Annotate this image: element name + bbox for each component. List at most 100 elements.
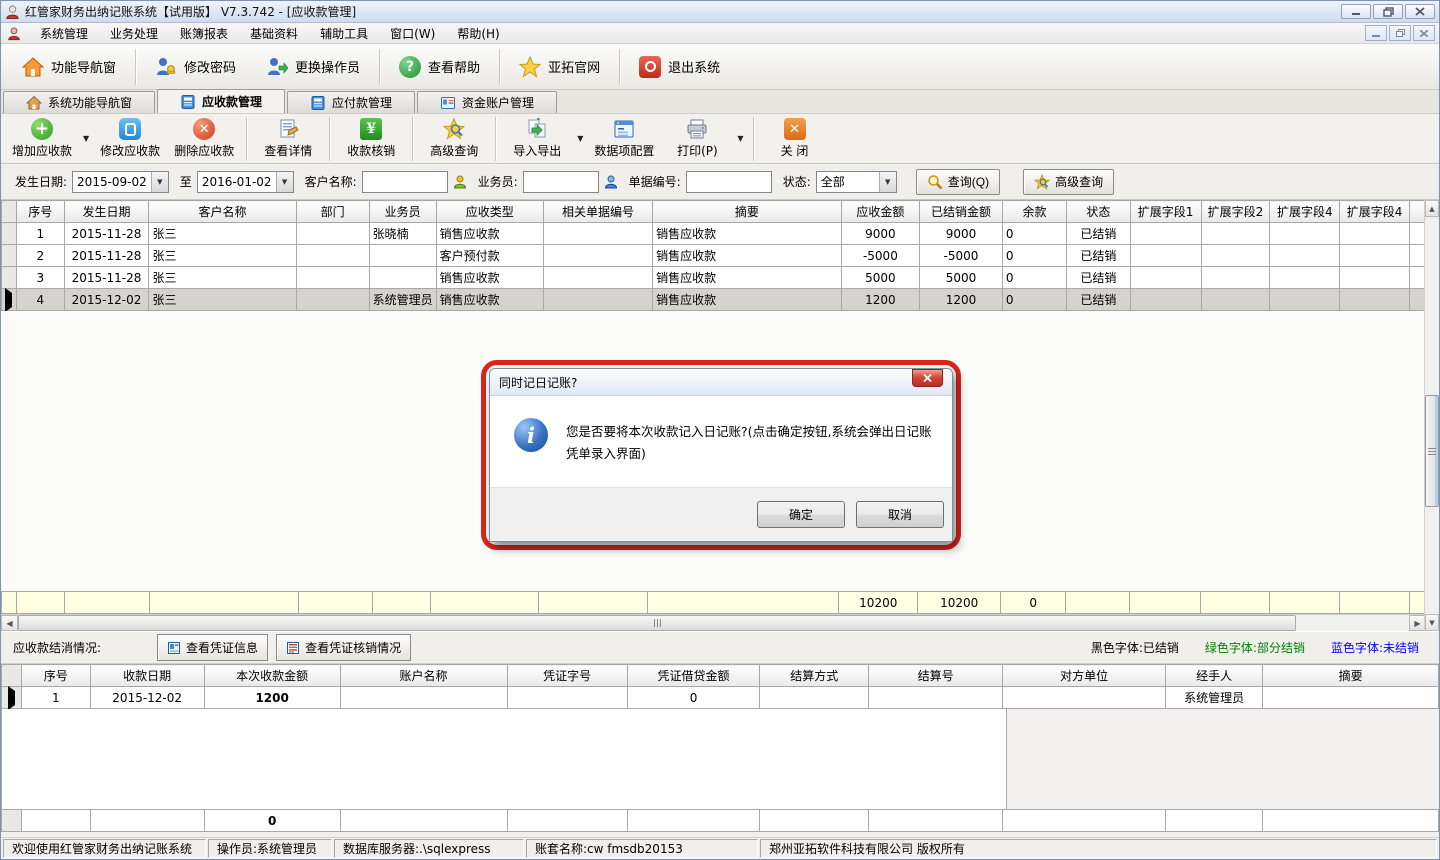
date-from-picker[interactable]: 2015-09-02 ▼ — [72, 171, 169, 193]
salesman-person-icon[interactable] — [604, 175, 618, 189]
tab-fund-accounts[interactable]: 资金账户管理 — [417, 91, 557, 113]
color-legend: 黑色字体:已结销 绿色字体:部分结销 蓝色字体:未结销 — [1091, 639, 1431, 656]
menu-tools[interactable]: 辅助工具 — [309, 23, 379, 44]
delete-receivable-button[interactable]: ✕ 删除应收款 — [167, 116, 241, 162]
mdi-restore-button[interactable] — [1389, 25, 1411, 41]
view-voucher-info-button[interactable]: 查看凭证信息 — [157, 634, 268, 661]
status-select[interactable]: 全部 ▼ — [816, 171, 897, 193]
chevron-down-icon[interactable]: ▼ — [151, 172, 168, 192]
scrollbar-track[interactable] — [1425, 507, 1439, 614]
to-label: 至 — [180, 173, 192, 190]
close-button[interactable] — [1405, 4, 1435, 19]
advanced-query-small-button[interactable]: 高级查询 — [1023, 169, 1114, 195]
detail-total-amount: 0 — [204, 810, 340, 832]
title-bar: 红管家财务出纳记账系统【试用版】 V7.3.742 - [应收款管理] — [1, 1, 1439, 23]
customer-person-icon[interactable] — [453, 175, 467, 189]
data-config-button[interactable]: 数据项配置 — [587, 116, 661, 162]
menu-help[interactable]: 帮助(H) — [446, 23, 510, 44]
table-row-selected[interactable]: 4 2015-12-02 张三 系统管理员 销售应收款 销售应收款 1200 1… — [2, 289, 1426, 311]
scrollbar-thumb[interactable] — [1425, 395, 1439, 507]
horizontal-scrollbar[interactable]: ◀ ▶ — [1, 614, 1426, 631]
scrollbar-track[interactable] — [1296, 615, 1409, 631]
star-icon — [519, 56, 541, 78]
writeoff-button[interactable]: ¥ 收款核销 — [335, 116, 407, 162]
printer-icon — [686, 118, 708, 140]
scrollbar-thumb[interactable] — [18, 615, 1296, 631]
menu-window[interactable]: 窗口(W) — [379, 23, 446, 44]
scroll-left-arrow[interactable]: ◀ — [1, 615, 18, 631]
view-detail-button[interactable]: 查看详情 — [252, 116, 324, 162]
add-dropdown-arrow[interactable]: ▼ — [83, 134, 89, 143]
chevron-down-icon[interactable]: ▼ — [879, 172, 896, 192]
col-balance: 余款 — [1002, 201, 1066, 223]
col-customer: 客户名称 — [149, 201, 296, 223]
help-button[interactable]: ? 查看帮助 — [384, 48, 495, 86]
table-row[interactable]: 3 2015-11-28 张三 销售应收款 销售应收款 5000 5000 0 … — [2, 267, 1426, 289]
docno-input[interactable] — [686, 171, 772, 193]
col-status: 状态 — [1067, 201, 1131, 223]
info-icon: i — [514, 418, 548, 452]
chevron-down-icon[interactable]: ▼ — [276, 172, 293, 192]
dialog-title-bar[interactable]: 同时记日记账? — [490, 369, 952, 396]
exit-icon — [639, 56, 661, 78]
date-to-picker[interactable]: 2016-01-02 ▼ — [197, 171, 294, 193]
import-export-dropdown-arrow[interactable]: ▼ — [577, 134, 583, 143]
scroll-down-arrow[interactable]: ▼ — [1425, 614, 1439, 631]
menu-system[interactable]: 系统管理 — [29, 23, 99, 44]
toolbar-separator — [379, 49, 380, 85]
legend-settled: 黑色字体:已结销 — [1091, 639, 1179, 656]
scroll-up-arrow[interactable]: ▲ — [1425, 200, 1439, 217]
website-button[interactable]: 亚拓官网 — [504, 48, 615, 86]
advanced-query-button[interactable]: 高级查询 — [418, 116, 490, 162]
close-icon: ✕ — [784, 118, 806, 140]
status-label: 状态: — [783, 173, 811, 190]
tab-receivable[interactable]: 应收款管理 — [157, 89, 285, 113]
col-summary: 摘要 — [653, 201, 841, 223]
exit-button[interactable]: 退出系统 — [624, 48, 735, 86]
scrollbar-track[interactable] — [1425, 217, 1439, 395]
legend-partial: 绿色字体:部分结销 — [1205, 639, 1305, 656]
col-settle-method: 结算方式 — [760, 665, 869, 687]
table-row[interactable]: 1 2015-12-02 1200 0 系统管理员 — [2, 687, 1439, 709]
table-row[interactable]: 1 2015-11-28 张三 张晓楠 销售应收款 销售应收款 9000 900… — [2, 223, 1426, 245]
tab-payable[interactable]: 应付款管理 — [287, 91, 415, 113]
toolbar-separator — [135, 49, 136, 85]
add-receivable-button[interactable]: + 增加应收款 — [5, 116, 79, 162]
minimize-button[interactable] — [1341, 4, 1371, 19]
menu-basedata[interactable]: 基础资料 — [239, 23, 309, 44]
vertical-scrollbar[interactable]: ▲ ▼ — [1424, 200, 1439, 631]
close-view-button[interactable]: ✕ 关 闭 — [759, 116, 831, 162]
print-dropdown-arrow[interactable]: ▼ — [737, 134, 743, 143]
col-ext4: 扩展字段4 — [1340, 201, 1410, 223]
query-button[interactable]: 查询(Q) — [916, 169, 1000, 195]
col-ext1: 扩展字段1 — [1130, 201, 1201, 223]
menu-reports[interactable]: 账簿报表 — [169, 23, 239, 44]
restore-button[interactable] — [1373, 4, 1403, 19]
customer-input[interactable] — [362, 171, 448, 193]
table-row[interactable]: 2 2015-11-28 张三 客户预付款 销售应收款 -5000 -5000 … — [2, 245, 1426, 267]
dialog-body: i 您是否要将本次收款记入日记账?(点击确定按钮,系统会弹出日记账凭单录入界面) — [490, 396, 952, 487]
col-voucher-amount: 凭证借贷金额 — [627, 665, 760, 687]
col-settled: 已结销金额 — [920, 201, 1003, 223]
ok-button[interactable]: 确定 — [757, 501, 845, 528]
dialog-close-button[interactable] — [912, 369, 943, 387]
tab-system-nav[interactable]: 系统功能导航窗 — [3, 91, 155, 113]
close-icon — [923, 374, 932, 382]
mdi-minimize-button[interactable] — [1365, 25, 1387, 41]
toolbar-separator — [495, 117, 496, 161]
cancel-button[interactable]: 取消 — [856, 501, 944, 528]
switch-operator-button[interactable]: 更换操作员 — [251, 48, 375, 86]
edit-receivable-button[interactable]: 修改应收款 — [93, 116, 167, 162]
change-password-button[interactable]: 修改密码 — [140, 48, 251, 86]
mdi-close-button[interactable] — [1413, 25, 1435, 41]
col-account: 账户名称 — [340, 665, 507, 687]
dialog-footer: 确定 取消 — [490, 487, 952, 541]
menu-business[interactable]: 业务处理 — [99, 23, 169, 44]
import-export-button[interactable]: 导入导出 — [501, 116, 573, 162]
help-icon: ? — [399, 56, 421, 78]
salesman-input[interactable] — [523, 171, 599, 193]
nav-window-button[interactable]: 功能导航窗 — [7, 48, 131, 86]
yuan-verify-icon: ¥ — [360, 118, 382, 140]
view-voucher-writeoff-button[interactable]: 查看凭证核销情况 — [276, 634, 411, 661]
print-button[interactable]: 打印(P) — [661, 116, 733, 162]
